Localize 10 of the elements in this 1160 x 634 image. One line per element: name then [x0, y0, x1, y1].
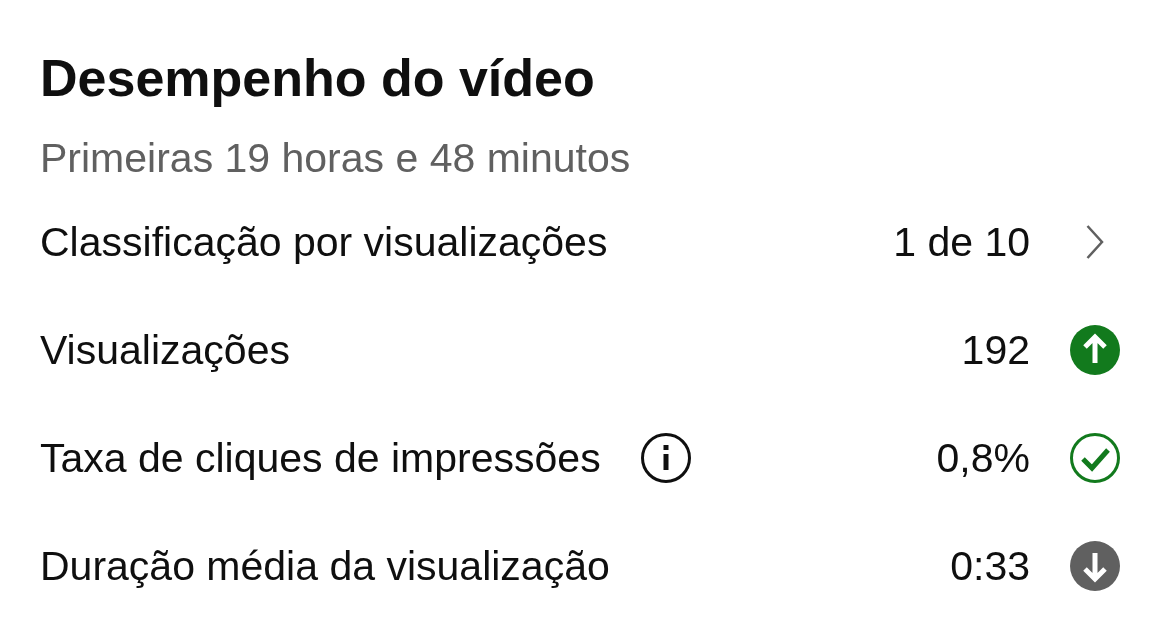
section-title: Desempenho do vídeo — [40, 48, 595, 108]
metric-label: Visualizações — [40, 326, 290, 375]
metric-value: 0,8% — [936, 434, 1030, 483]
metric-value: 0:33 — [950, 542, 1030, 591]
period-subtitle: Primeiras 19 horas e 48 minutos — [40, 134, 631, 183]
metric-label: Duração média da visualização — [40, 542, 610, 591]
metric-value: 1 de 10 — [893, 218, 1030, 267]
metric-label: Classificação por visualizações — [40, 218, 608, 267]
metric-label: Taxa de cliques de impressões — [40, 434, 601, 483]
metric-value: 192 — [961, 326, 1030, 375]
